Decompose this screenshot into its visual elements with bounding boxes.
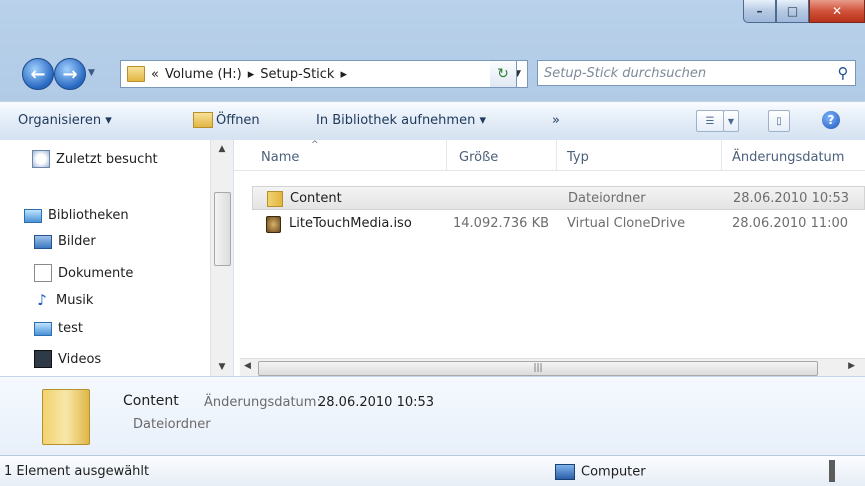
- view-options-icon[interactable]: ☰: [696, 110, 724, 132]
- library-icon: [24, 208, 42, 223]
- minimize-button[interactable]: –: [743, 0, 776, 23]
- nav-item-label: Videos: [58, 351, 102, 367]
- refresh-icon: ↻: [497, 66, 509, 82]
- column-separator[interactable]: [446, 140, 447, 170]
- disc-image-icon: [266, 216, 281, 233]
- video-icon: [34, 350, 52, 368]
- more-commands-button[interactable]: »: [552, 113, 560, 128]
- nav-item-videos[interactable]: Videos: [34, 350, 101, 368]
- nav-item-recent[interactable]: Zuletzt besucht: [32, 150, 158, 168]
- nav-item-documents[interactable]: Dokumente: [34, 264, 133, 282]
- file-name: Content: [290, 191, 342, 206]
- nav-item-label: Bibliotheken: [48, 208, 129, 223]
- music-icon: ♪: [37, 291, 47, 309]
- search-input[interactable]: Setup-Stick durchsuchen ⚲: [537, 60, 856, 86]
- folder-icon: [127, 66, 145, 82]
- column-header-date[interactable]: Änderungsdatum: [732, 150, 844, 165]
- organize-button[interactable]: Organisieren ▾: [18, 113, 112, 128]
- details-pane: Content Dateiordner Änderungsdatum: 28.0…: [0, 376, 865, 455]
- address-row: ← → ▼ « Volume (H:) ▸ Setup-Stick ▸ ▼ ↻ …: [0, 52, 865, 96]
- nav-scrollbar[interactable]: ▲ ▼: [210, 140, 233, 376]
- arrow-left-icon: ←: [30, 63, 46, 85]
- status-location-label: Computer: [581, 464, 646, 480]
- help-button[interactable]: ?: [822, 111, 840, 129]
- breadcrumb-volume[interactable]: Volume (H:): [165, 67, 242, 82]
- nav-item-libraries[interactable]: Bibliotheken: [24, 208, 129, 223]
- column-header-type[interactable]: Typ: [567, 150, 589, 165]
- scroll-left-icon[interactable]: ◀: [244, 361, 251, 371]
- column-header-size[interactable]: Größe: [459, 150, 498, 165]
- recent-icon: [32, 150, 50, 168]
- arrow-right-icon: →: [62, 63, 78, 85]
- explorer-window: – □ ✕ ← → ▼ « Volume (H:) ▸ Setup-Stick …: [0, 0, 865, 486]
- file-size: 14.092.736 KB: [453, 216, 550, 231]
- file-row-content[interactable]: Content Dateiordner 28.06.2010 10:53: [252, 186, 865, 210]
- open-folder-icon: [193, 112, 213, 128]
- column-separator[interactable]: [721, 140, 722, 170]
- scrollbar-thumb[interactable]: [214, 192, 231, 266]
- history-dropdown-icon[interactable]: ▼: [88, 68, 95, 78]
- status-location: Computer: [555, 464, 646, 480]
- file-name: LiteTouchMedia.iso: [289, 216, 412, 231]
- details-name: Content: [123, 393, 179, 409]
- scroll-up-icon[interactable]: ▲: [211, 144, 233, 154]
- file-type: Dateiordner: [568, 191, 646, 206]
- breadcrumb-setup-stick[interactable]: Setup-Stick: [260, 67, 334, 82]
- breadcrumb-separator-icon[interactable]: ▸: [340, 67, 347, 82]
- file-list: Name ^ Größe Typ Änderungsdatum Content …: [234, 140, 865, 376]
- details-modified-value: 28.06.2010 10:53: [318, 395, 435, 410]
- folder-icon: [267, 191, 283, 207]
- resize-grip[interactable]: [829, 460, 835, 482]
- file-type: Virtual CloneDrive: [567, 216, 686, 231]
- pictures-icon: [34, 234, 52, 249]
- command-bar: Organisieren ▾ Öffnen In Bibliothek aufn…: [0, 101, 865, 141]
- view-dropdown-icon[interactable]: ▼: [723, 110, 739, 132]
- close-button[interactable]: ✕: [809, 0, 865, 23]
- scrollbar-thumb[interactable]: |||: [258, 361, 818, 376]
- file-date: 28.06.2010 11:00: [732, 216, 849, 231]
- nav-item-music[interactable]: ♪ Musik: [34, 292, 93, 308]
- address-prefix[interactable]: «: [151, 67, 159, 82]
- details-type: Dateiordner: [133, 417, 211, 432]
- nav-item-label: Bilder: [58, 234, 96, 249]
- content-area: Zuletzt besucht Bibliotheken Bilder Doku…: [0, 140, 865, 377]
- caption-buttons: – □ ✕: [743, 0, 865, 24]
- documents-icon: [34, 264, 52, 282]
- open-button[interactable]: Öffnen: [216, 113, 260, 128]
- maximize-button[interactable]: □: [776, 0, 809, 23]
- search-icon[interactable]: ⚲: [831, 64, 855, 82]
- search-placeholder: Setup-Stick durchsuchen: [544, 65, 707, 81]
- status-selection: 1 Element ausgewählt: [4, 464, 150, 479]
- column-header-name[interactable]: Name: [261, 150, 299, 165]
- horizontal-scrollbar[interactable]: ◀ ||| ▶: [240, 358, 865, 377]
- column-header-row: Name ^ Größe Typ Änderungsdatum: [234, 140, 865, 171]
- sort-ascending-icon: ^: [311, 140, 319, 150]
- file-row-litetouch[interactable]: LiteTouchMedia.iso 14.092.736 KB Virtual…: [252, 212, 865, 236]
- include-in-library-button[interactable]: In Bibliothek aufnehmen ▾: [316, 113, 486, 128]
- scroll-right-icon[interactable]: ▶: [848, 361, 855, 371]
- forward-button[interactable]: →: [54, 58, 86, 90]
- navigation-pane: Zuletzt besucht Bibliotheken Bilder Doku…: [0, 140, 234, 376]
- nav-item-pictures[interactable]: Bilder: [34, 234, 96, 249]
- nav-item-label: Zuletzt besucht: [56, 151, 158, 167]
- details-modified-label: Änderungsdatum:: [204, 395, 321, 410]
- library-icon: [34, 321, 52, 336]
- breadcrumb-separator-icon[interactable]: ▸: [248, 67, 255, 82]
- file-date: 28.06.2010 10:53: [733, 191, 850, 206]
- scroll-down-icon[interactable]: ▼: [211, 362, 233, 372]
- nav-item-label: test: [58, 321, 83, 336]
- refresh-button[interactable]: ↻: [490, 60, 517, 88]
- nav-item-label: Dokumente: [58, 265, 134, 281]
- column-separator[interactable]: [556, 140, 557, 170]
- preview-pane-icon[interactable]: ▯: [768, 110, 790, 132]
- nav-item-label: Musik: [56, 292, 94, 308]
- status-bar: 1 Element ausgewählt Computer: [0, 455, 865, 486]
- nav-item-test[interactable]: test: [34, 321, 83, 336]
- back-button[interactable]: ←: [22, 58, 54, 90]
- folder-large-icon: [42, 389, 90, 445]
- computer-icon: [555, 464, 575, 480]
- address-bar[interactable]: « Volume (H:) ▸ Setup-Stick ▸ ▼: [120, 60, 528, 88]
